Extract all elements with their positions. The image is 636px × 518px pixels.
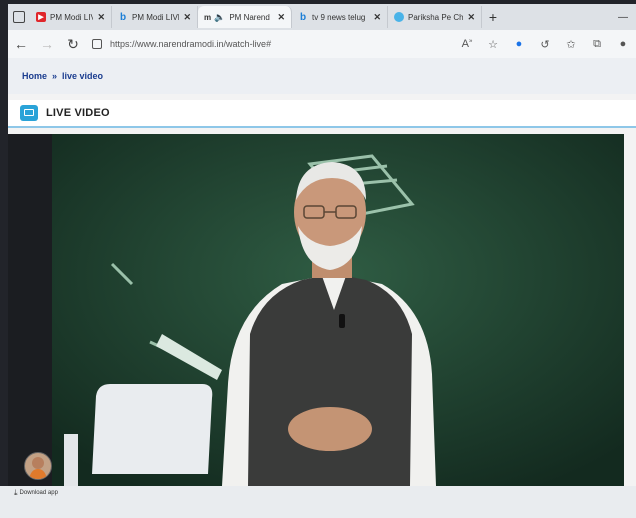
download-icon: ⤓	[14, 488, 18, 497]
forward-icon[interactable]: →	[34, 36, 60, 52]
video-frame	[52, 134, 624, 486]
section-header: LIVE VIDEO	[8, 100, 636, 128]
toolbar-tools: A» ☆ ● ↺ ✩ ⧉ ●	[454, 38, 636, 51]
close-icon[interactable]: ✕	[373, 12, 381, 23]
tab-pm-narendra[interactable]: m 🔈 PM Narend ✕	[198, 6, 292, 28]
tab-label: PM Narend	[229, 12, 270, 22]
speaker-icon[interactable]: 🔈	[214, 12, 225, 23]
close-icon[interactable]: ✕	[183, 12, 191, 23]
globe-icon	[394, 12, 404, 22]
url-text: https://www.narendramodi.in/watch-live#	[110, 39, 272, 49]
close-icon[interactable]: ✕	[467, 12, 475, 23]
collections-icon[interactable]: ⧉	[584, 38, 610, 51]
minimize-icon[interactable]: —	[618, 12, 636, 23]
breadcrumb-current[interactable]: live video	[62, 71, 103, 81]
breadcrumb: Home » live video	[8, 58, 636, 94]
live-video-player[interactable]	[52, 134, 624, 496]
tab-label: PM Modi LIVE |	[132, 12, 179, 22]
download-app-label: Download app	[19, 490, 58, 496]
section-title: LIVE VIDEO	[46, 107, 110, 119]
refresh-extension-icon[interactable]: ↺	[532, 38, 558, 51]
youtube-icon: ▶	[36, 12, 46, 22]
tab-label: Pariksha Pe Cha	[408, 12, 464, 22]
profile-icon[interactable]: ●	[610, 38, 636, 50]
lock-icon	[92, 39, 102, 49]
tab-label: PM Modi LIVE |	[50, 12, 93, 22]
bing-icon: b	[299, 11, 307, 23]
photo-frame: ▶ PM Modi LIVE | ✕ b PM Modi LIVE | ✕ m …	[0, 0, 636, 518]
favorites-icon[interactable]: ✩	[558, 38, 584, 51]
read-aloud-icon[interactable]: A»	[454, 38, 480, 50]
tv-icon	[20, 105, 38, 121]
tab-pm-modi-live-bing[interactable]: b PM Modi LIVE | ✕	[112, 6, 198, 28]
new-tab-button[interactable]: +	[482, 9, 504, 25]
add-favorite-icon[interactable]: ☆	[480, 38, 506, 51]
download-bar	[0, 486, 636, 518]
tab-tv9-news[interactable]: b tv 9 news telug ✕	[292, 6, 388, 28]
page-left-margin	[8, 134, 52, 486]
avatar[interactable]	[24, 452, 52, 480]
extension-icon[interactable]: ●	[506, 38, 532, 50]
address-bar[interactable]: https://www.narendramodi.in/watch-live#	[92, 39, 392, 49]
tab-pm-modi-live-youtube[interactable]: ▶ PM Modi LIVE | ✕	[30, 6, 112, 28]
refresh-icon[interactable]: ↻	[60, 36, 86, 53]
tab-prefix: m	[204, 12, 212, 22]
close-icon[interactable]: ✕	[277, 12, 285, 23]
tab-strip: ▶ PM Modi LIVE | ✕ b PM Modi LIVE | ✕ m …	[8, 4, 636, 30]
window-icon	[13, 11, 25, 23]
back-icon[interactable]: ←	[8, 36, 34, 52]
breadcrumb-home-link[interactable]: Home	[22, 71, 47, 81]
tab-pariksha[interactable]: Pariksha Pe Cha ✕	[388, 6, 482, 28]
tab-label: tv 9 news telug	[312, 12, 366, 22]
download-app-link[interactable]: ⤓ Download app	[14, 488, 58, 498]
browser-toolbar: ← → ↻ https://www.narendramodi.in/watch-…	[8, 30, 636, 58]
tab-actions-button[interactable]	[8, 6, 30, 28]
close-icon[interactable]: ✕	[97, 12, 105, 23]
breadcrumb-separator: »	[52, 71, 58, 81]
bing-icon: b	[119, 11, 127, 23]
